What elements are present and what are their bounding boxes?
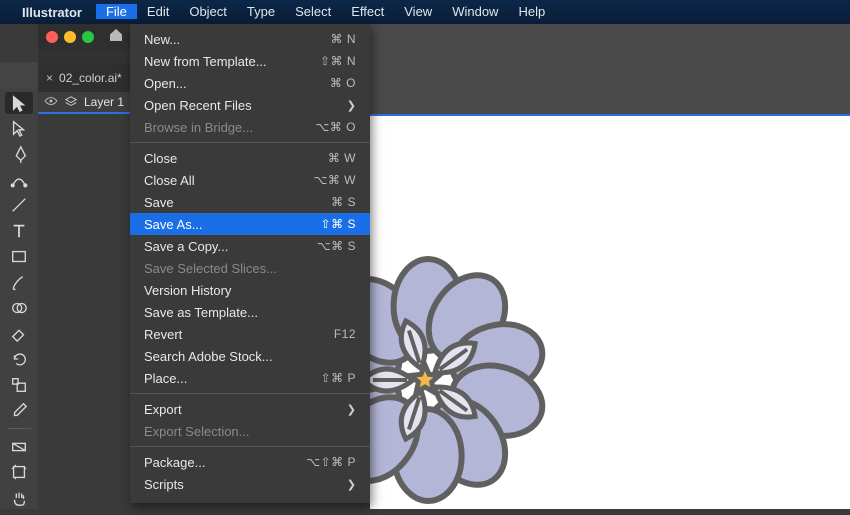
menu-item-browse-in-bridge: Browse in Bridge... ⌥⌘ O: [130, 116, 370, 138]
direct-selection-tool[interactable]: [5, 118, 33, 140]
menu-item-package[interactable]: Package... ⌥⇧⌘ P: [130, 451, 370, 473]
menu-select[interactable]: Select: [285, 4, 341, 19]
menu-type[interactable]: Type: [237, 4, 285, 19]
menu-shortcut: ⌥⌘ W: [314, 173, 357, 187]
menu-item-label: Scripts: [144, 477, 184, 492]
menu-window[interactable]: Window: [442, 4, 508, 19]
menu-item-open-recent-files[interactable]: Open Recent Files ❯: [130, 94, 370, 116]
submenu-arrow-icon: ❯: [347, 99, 356, 112]
menu-shortcut: ⇧⌘ P: [321, 371, 356, 385]
layer-name[interactable]: Layer 1: [84, 95, 124, 109]
menu-item-label: Export: [144, 402, 182, 417]
menu-file[interactable]: File: [96, 4, 137, 19]
menu-item-label: Close All: [144, 173, 195, 188]
menu-item-label: Search Adobe Stock...: [144, 349, 273, 364]
menu-item-label: Save a Copy...: [144, 239, 228, 254]
artboard-tool[interactable]: [5, 462, 33, 484]
menu-shortcut: ⌘ W: [328, 151, 356, 165]
menu-shortcut: ⌘ O: [330, 76, 356, 90]
menu-shortcut: ⌥⌘ O: [316, 120, 357, 134]
eraser-tool[interactable]: [5, 323, 33, 345]
pasteboard: [370, 24, 850, 114]
app-name: Illustrator: [22, 5, 82, 20]
rotate-tool[interactable]: [5, 348, 33, 370]
document-tab-label[interactable]: 02_color.ai*: [59, 71, 122, 85]
tool-separator: [7, 428, 31, 429]
menu-item-label: Place...: [144, 371, 187, 386]
curvature-tool[interactable]: [5, 169, 33, 191]
scale-tool[interactable]: [5, 374, 33, 396]
shape-builder-tool[interactable]: [5, 297, 33, 319]
mac-menubar: Illustrator FileEditObjectTypeSelectEffe…: [0, 0, 850, 24]
menu-shortcut: ⌘ S: [331, 195, 356, 209]
menu-item-open[interactable]: Open... ⌘ O: [130, 72, 370, 94]
menu-item-label: Save as Template...: [144, 305, 258, 320]
menu-item-search-adobe-stock[interactable]: Search Adobe Stock...: [130, 345, 370, 367]
menu-separator: [130, 446, 370, 447]
menu-item-label: Version History: [144, 283, 231, 298]
menu-separator: [130, 142, 370, 143]
home-icon[interactable]: [108, 27, 124, 48]
text-tool[interactable]: [5, 220, 33, 242]
layer-stack-icon: [64, 95, 78, 109]
submenu-arrow-icon: ❯: [347, 478, 356, 491]
menu-item-close-all[interactable]: Close All ⌥⌘ W: [130, 169, 370, 191]
menu-item-label: New from Template...: [144, 54, 267, 69]
menu-item-export-selection: Export Selection...: [130, 420, 370, 442]
menu-item-label: Open Recent Files: [144, 98, 252, 113]
menu-shortcut: ⇧⌘ N: [320, 54, 356, 68]
menu-shortcut: ⌥⇧⌘ P: [306, 455, 356, 469]
file-menu-dropdown: New... ⌘ N New from Template... ⇧⌘ N Open...…: [130, 24, 370, 503]
menu-item-label: Revert: [144, 327, 182, 342]
menu-item-scripts[interactable]: Scripts ❯: [130, 473, 370, 495]
line-tool[interactable]: [5, 195, 33, 217]
menu-item-save-as-template[interactable]: Save as Template...: [130, 301, 370, 323]
zoom-window-button[interactable]: [82, 31, 94, 43]
gradient-tool[interactable]: [5, 436, 33, 458]
menu-item-save-selected-slices: Save Selected Slices...: [130, 257, 370, 279]
menu-item-save[interactable]: Save ⌘ S: [130, 191, 370, 213]
rectangle-tool[interactable]: [5, 246, 33, 268]
brush-tool[interactable]: [5, 271, 33, 293]
menu-item-revert[interactable]: Revert F12: [130, 323, 370, 345]
menu-item-label: New...: [144, 32, 180, 47]
menu-shortcut: ⌘ N: [331, 32, 357, 46]
menu-item-label: Save As...: [144, 217, 203, 232]
minimize-window-button[interactable]: [64, 31, 76, 43]
pen-tool[interactable]: [5, 143, 33, 165]
menu-item-label: Open...: [144, 76, 187, 91]
menu-item-version-history[interactable]: Version History: [130, 279, 370, 301]
menu-item-label: Package...: [144, 455, 205, 470]
menu-shortcut: ⌥⌘ S: [317, 239, 356, 253]
menu-item-place[interactable]: Place... ⇧⌘ P: [130, 367, 370, 389]
menu-item-label: Browse in Bridge...: [144, 120, 253, 135]
menu-item-label: Save Selected Slices...: [144, 261, 277, 276]
menu-item-close[interactable]: Close ⌘ W: [130, 147, 370, 169]
menu-help[interactable]: Help: [508, 4, 555, 19]
menu-edit[interactable]: Edit: [137, 4, 179, 19]
traffic-lights: [46, 31, 94, 43]
menu-item-label: Close: [144, 151, 177, 166]
eyedropper-tool[interactable]: [5, 400, 33, 422]
menu-item-new-from-template[interactable]: New from Template... ⇧⌘ N: [130, 50, 370, 72]
menu-separator: [130, 393, 370, 394]
visibility-eye-icon[interactable]: [44, 94, 58, 111]
close-window-button[interactable]: [46, 31, 58, 43]
menu-item-new[interactable]: New... ⌘ N: [130, 28, 370, 50]
menu-item-label: Export Selection...: [144, 424, 250, 439]
menu-shortcut: F12: [334, 327, 356, 341]
menu-object[interactable]: Object: [179, 4, 237, 19]
menu-item-label: Save: [144, 195, 174, 210]
menu-view[interactable]: View: [394, 4, 442, 19]
menu-effect[interactable]: Effect: [341, 4, 394, 19]
hand-tool[interactable]: [5, 487, 33, 509]
submenu-arrow-icon: ❯: [347, 403, 356, 416]
selection-tool[interactable]: [5, 92, 33, 114]
menu-item-export[interactable]: Export ❯: [130, 398, 370, 420]
tab-close-icon[interactable]: ×: [46, 71, 53, 85]
menu-item-save-as[interactable]: Save As... ⇧⌘ S: [130, 213, 370, 235]
tools-panel: [0, 88, 38, 509]
menu-item-save-a-copy[interactable]: Save a Copy... ⌥⌘ S: [130, 235, 370, 257]
menu-shortcut: ⇧⌘ S: [321, 217, 356, 231]
